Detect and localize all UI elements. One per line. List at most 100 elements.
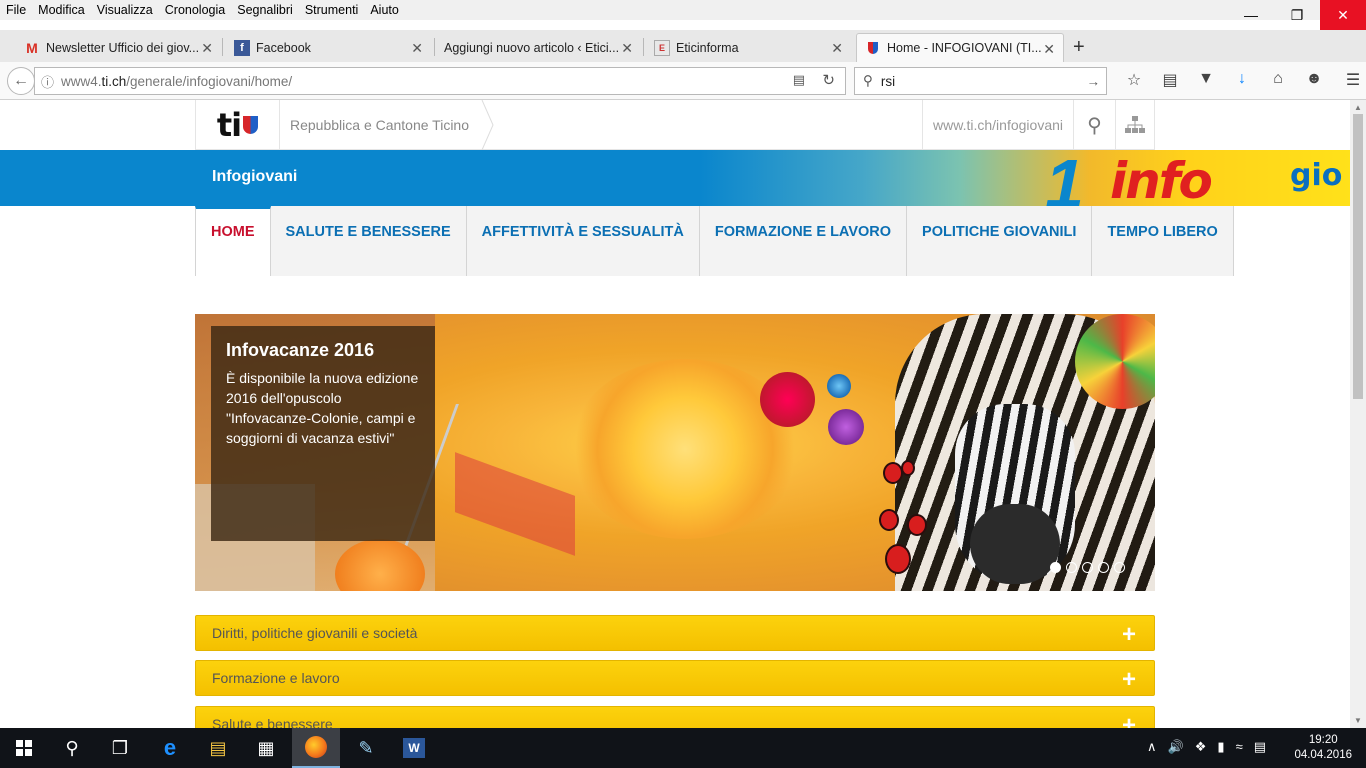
task-view-icon[interactable]: ❐ [96,728,144,768]
tab-newsletter[interactable]: M Newsletter Ufficio dei giov... ✕ [16,33,221,62]
reader-view-icon[interactable]: ▤ [793,72,805,88]
tab-infogiovani[interactable]: Home - INFOGIOVANI (TI... ✕ [856,33,1064,62]
ti-logo[interactable]: ti [195,100,280,150]
tab-eticinforma[interactable]: E Eticinforma ✕ [646,33,851,62]
downloads-icon[interactable]: ↓ [1224,70,1260,90]
accordion-label: Diritti, politiche giovanili e società [212,625,418,641]
close-tab-icon[interactable]: ✕ [1043,41,1055,58]
slider-dots [1050,562,1130,573]
scroll-thumb[interactable] [1353,114,1363,399]
reload-icon[interactable]: ↻ [822,71,835,89]
close-window-icon[interactable]: ✕ [1320,0,1366,30]
slider-dot[interactable] [1098,562,1109,573]
plus-icon[interactable]: + [1122,666,1136,694]
scroll-down-icon[interactable]: ▼ [1354,716,1362,725]
nav-formazione-lavoro[interactable]: FORMAZIONE E LAVORO [699,206,908,276]
search-bar[interactable]: ⚲ rsi → [854,67,1107,95]
ticino-shield-icon [243,116,259,134]
slide-text: È disponibile la nuova edizione 2016 del… [226,370,419,446]
word-icon[interactable]: W [390,728,438,768]
nav-salute-benessere[interactable]: SALUTE E BENESSERE [270,206,467,276]
menu-visualizza[interactable]: Visualizza [97,3,153,17]
wifi-icon[interactable]: ≈ [1236,739,1243,755]
volume-icon[interactable]: 🔊 [1168,739,1184,755]
site-link[interactable]: www.ti.ch/infogiovani [922,100,1073,150]
hamburger-menu-icon[interactable]: ☰ [1332,70,1366,90]
sitemap-icon[interactable] [1115,100,1155,150]
home-icon[interactable]: ⌂ [1260,70,1296,90]
store-icon[interactable]: ▦ [242,728,290,768]
menu-aiuto[interactable]: Aiuto [370,3,399,17]
banner-art-text2: gio [1290,158,1343,193]
slider-dot[interactable] [1066,562,1077,573]
plus-icon[interactable]: + [1122,621,1136,649]
close-tab-icon[interactable]: ✕ [201,40,213,57]
nav-home[interactable]: HOME [195,206,271,276]
plus-icon[interactable]: + [1122,712,1136,728]
accordion-formazione[interactable]: Formazione e lavoro + [195,660,1155,696]
site-header: ti Repubblica e Cantone Ticino www.ti.ch… [195,100,1155,150]
accordion-diritti[interactable]: Diritti, politiche giovanili e società + [195,615,1155,651]
nav-tempo-libero[interactable]: TEMPO LIBERO [1092,206,1234,276]
banner-title[interactable]: Infogiovani [212,168,297,186]
window-controls: — ❐ ✕ [1228,0,1366,30]
slide-ladybug [885,544,911,574]
slider-dot[interactable] [1082,562,1093,573]
slide-caption[interactable]: Infovacanze 2016 È disponibile la nuova … [211,326,435,541]
search-input[interactable]: rsi [881,74,895,89]
tab-facebook[interactable]: f Facebook ✕ [226,33,431,62]
slide-ladybug [901,460,915,476]
tab-aggiungi-articolo[interactable]: Aggiungi nuovo articolo ‹ Etici... ✕ [436,33,641,62]
menu-modifica[interactable]: Modifica [38,3,85,17]
search-icon[interactable]: ⚲ [1073,100,1115,150]
menu-cronologia[interactable]: Cronologia [165,3,225,17]
bookmarks-menu-icon[interactable]: ▤ [1152,70,1188,90]
firefox-icon[interactable] [292,728,340,768]
dropbox-icon[interactable]: ❖ [1195,739,1207,755]
menu-strumenti[interactable]: Strumenti [305,3,359,17]
search-go-arrow-icon[interactable]: → [1087,74,1101,89]
battery-icon[interactable]: ▮ [1217,739,1224,755]
taskbar-search-icon[interactable]: ⚲ [48,728,96,768]
menu-segnalibri[interactable]: Segnalibri [237,3,293,17]
bookmark-star-icon[interactable]: ☆ [1116,70,1152,90]
file-explorer-icon[interactable]: ▤ [194,728,242,768]
new-tab-icon[interactable]: + [1073,36,1085,59]
hero-slider[interactable]: Infovacanze 2016 È disponibile la nuova … [195,314,1155,591]
webpage: ti Repubblica e Cantone Ticino www.ti.ch… [0,100,1350,728]
chevron-up-icon[interactable]: ∧ [1147,739,1157,755]
slide-title[interactable]: Infovacanze 2016 [226,340,420,361]
minimize-icon[interactable]: — [1228,0,1274,30]
edge-icon[interactable]: e [146,728,194,768]
url-bar[interactable]: ⓘ www4. ti.ch/generale/infogiovani/home/ … [34,67,846,95]
pocket-icon[interactable]: ▼ [1188,70,1224,90]
close-tab-icon[interactable]: ✕ [411,40,423,57]
slider-dot[interactable] [1050,562,1061,573]
start-windows-icon[interactable] [0,728,48,768]
close-tab-icon[interactable]: ✕ [621,40,633,57]
clock[interactable]: 19:20 04.04.2016 [1294,733,1352,763]
menu-file[interactable]: File [6,3,26,17]
accordion-label: Salute e benessere [212,716,333,728]
page-scrollbar[interactable]: ▲ ▼ [1350,100,1366,728]
tab-title: Aggiungi nuovo articolo ‹ Etici... [444,40,620,55]
banner-art-text: info [1110,152,1213,206]
notepad-app-icon[interactable]: ✎ [342,728,390,768]
tab-bar: M Newsletter Ufficio dei giov... ✕ f Fac… [0,30,1366,62]
close-tab-icon[interactable]: ✕ [831,40,843,57]
notifications-icon[interactable]: ▤ [1254,739,1266,755]
slider-dot[interactable] [1114,562,1125,573]
clock-date: 04.04.2016 [1294,749,1352,761]
toolbar-icons: ☆ ▤ ▼ ↓ ⌂ ☻ ☰ [1116,70,1366,90]
nav-affettivita-sessualita[interactable]: AFFETTIVITÀ E SESSUALITÀ [466,206,700,276]
nav-politiche-giovanili[interactable]: POLITICHE GIOVANILI [907,206,1093,276]
back-arrow-icon[interactable]: ← [7,67,35,95]
canton-name[interactable]: Repubblica e Cantone Ticino [290,117,469,133]
site-banner: 1 info gio Infogiovani [0,150,1350,206]
hello-icon[interactable]: ☻ [1296,70,1332,90]
restore-icon[interactable]: ❐ [1274,0,1320,30]
scroll-up-icon[interactable]: ▲ [1354,103,1362,112]
info-icon[interactable]: ⓘ [41,72,61,91]
url-path: /generale/infogiovani/home/ [126,73,293,89]
accordion-salute[interactable]: Salute e benessere + [195,706,1155,728]
